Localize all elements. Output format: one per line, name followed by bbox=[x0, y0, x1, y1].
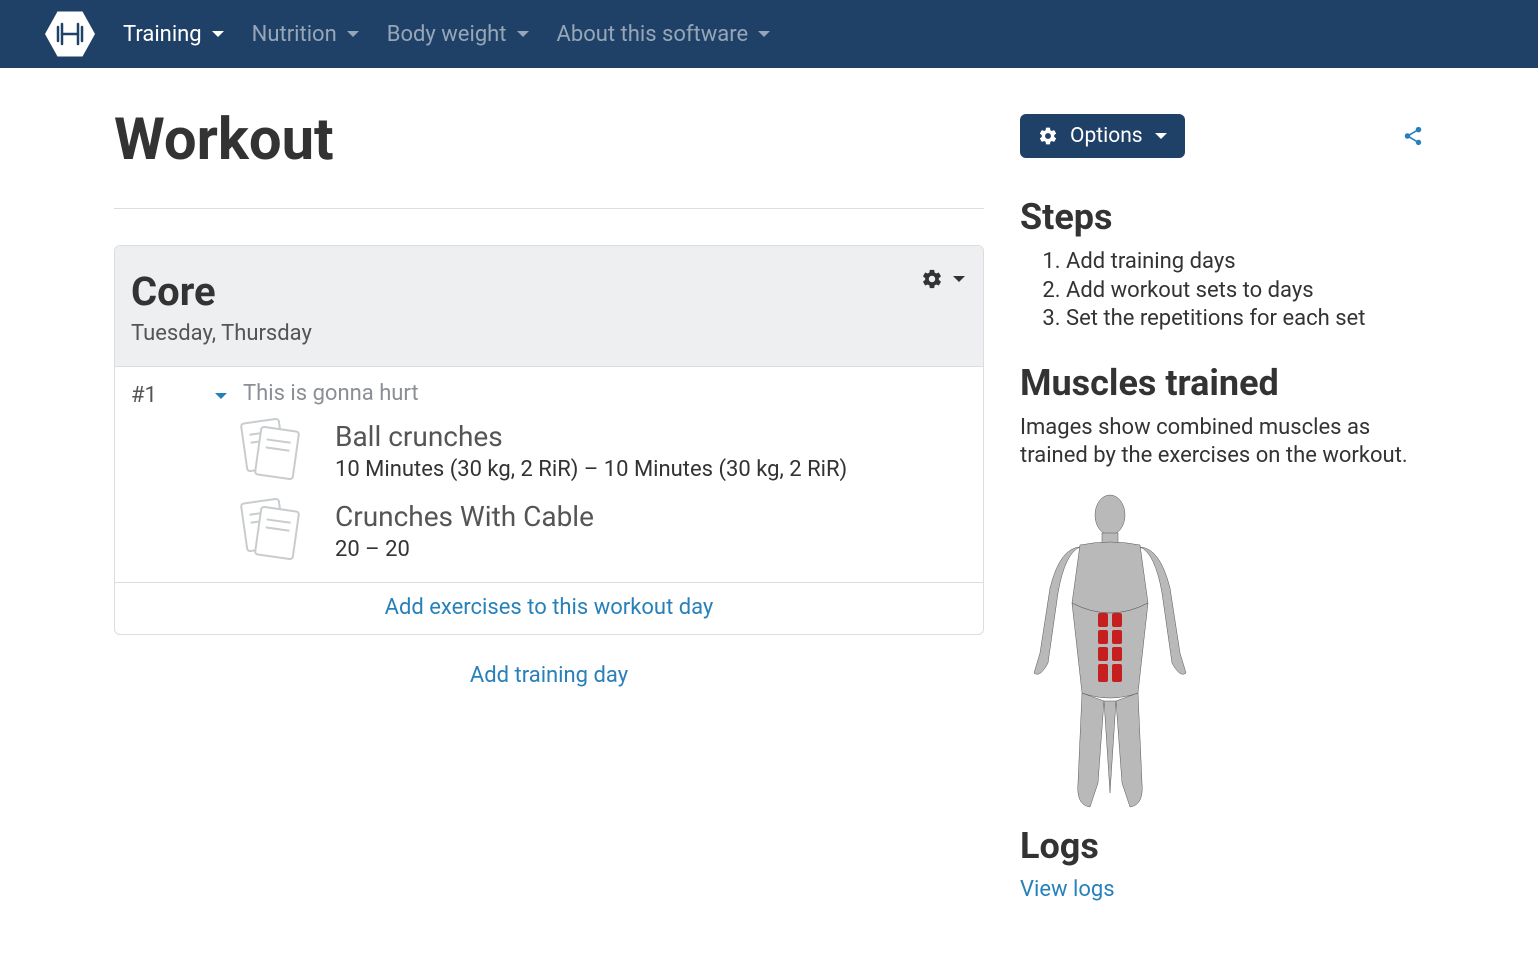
exercise-detail: 20 – 20 bbox=[335, 537, 594, 562]
sidebar-top: Options bbox=[1020, 114, 1424, 158]
exercise-name: Crunches With Cable bbox=[335, 500, 594, 533]
sidebar: Options Steps Add training days Add work… bbox=[1020, 68, 1424, 902]
exercise-row[interactable]: Ball crunches 10 Minutes (30 kg, 2 RiR) … bbox=[243, 420, 967, 482]
options-label: Options bbox=[1070, 124, 1143, 148]
card-header: Core Tuesday, Thursday bbox=[115, 246, 983, 366]
nav-label: Body weight bbox=[387, 22, 507, 47]
chevron-down-icon bbox=[1155, 133, 1167, 139]
options-button[interactable]: Options bbox=[1020, 114, 1185, 158]
chevron-down-icon bbox=[758, 31, 770, 37]
steps-heading: Steps bbox=[1020, 196, 1424, 238]
muscles-description: Images show combined muscles as trained … bbox=[1020, 414, 1424, 471]
navbar: Training Nutrition Body weight About thi… bbox=[0, 0, 1538, 68]
share-icon[interactable] bbox=[1402, 125, 1424, 147]
day-schedule: Tuesday, Thursday bbox=[131, 321, 967, 346]
dumbbell-icon bbox=[52, 16, 88, 52]
add-training-day-link[interactable]: Add training day bbox=[114, 663, 984, 688]
set-column: #1 bbox=[115, 367, 243, 582]
chevron-down-icon bbox=[517, 31, 529, 37]
nav-label: Nutrition bbox=[252, 22, 337, 47]
exercises-column: This is gonna hurt Ball crunches 10 Minu… bbox=[243, 367, 983, 582]
nav-training[interactable]: Training bbox=[123, 22, 224, 47]
exercise-row[interactable]: Crunches With Cable 20 – 20 bbox=[243, 500, 967, 562]
steps-list: Add training days Add workout sets to da… bbox=[1020, 248, 1424, 334]
chevron-down-icon bbox=[347, 31, 359, 37]
set-note: This is gonna hurt bbox=[243, 381, 967, 406]
muscle-diagram-front bbox=[1020, 493, 1200, 813]
card-body: #1 This is gonna hurt Ball crunches 10 M… bbox=[115, 366, 983, 582]
main-content: Workout Core Tuesday, Thursday #1 bbox=[114, 68, 984, 902]
exercise-placeholder-icon bbox=[243, 500, 305, 562]
step-item: Set the repetitions for each set bbox=[1066, 305, 1424, 334]
add-exercises-link[interactable]: Add exercises to this workout day bbox=[115, 582, 983, 634]
exercise-placeholder-icon bbox=[243, 420, 305, 482]
day-options-button[interactable] bbox=[921, 268, 965, 290]
muscles-heading: Muscles trained bbox=[1020, 362, 1424, 404]
view-logs-link[interactable]: View logs bbox=[1020, 877, 1424, 902]
app-logo[interactable] bbox=[45, 9, 95, 59]
nav-label: Training bbox=[123, 22, 202, 47]
exercise-detail: 10 Minutes (30 kg, 2 RiR) – 10 Minutes (… bbox=[335, 457, 847, 482]
gear-icon bbox=[921, 268, 943, 290]
gear-icon bbox=[1038, 126, 1058, 146]
chevron-down-icon bbox=[212, 31, 224, 37]
workout-day-card: Core Tuesday, Thursday #1 This is gonna … bbox=[114, 245, 984, 635]
logs-heading: Logs bbox=[1020, 825, 1424, 867]
set-menu-toggle[interactable] bbox=[215, 393, 227, 399]
day-name: Core bbox=[131, 268, 967, 315]
nav-nutrition[interactable]: Nutrition bbox=[252, 22, 359, 47]
exercise-name: Ball crunches bbox=[335, 420, 847, 453]
step-item: Add training days bbox=[1066, 248, 1424, 277]
set-number: #1 bbox=[131, 383, 157, 408]
page-title: Workout bbox=[114, 106, 984, 174]
step-item: Add workout sets to days bbox=[1066, 277, 1424, 306]
nav-body-weight[interactable]: Body weight bbox=[387, 22, 529, 47]
nav-label: About this software bbox=[557, 22, 749, 47]
exercise-text: Ball crunches 10 Minutes (30 kg, 2 RiR) … bbox=[335, 420, 847, 482]
chevron-down-icon bbox=[953, 276, 965, 282]
divider bbox=[114, 208, 984, 209]
exercise-text: Crunches With Cable 20 – 20 bbox=[335, 500, 594, 562]
nav-about[interactable]: About this software bbox=[557, 22, 771, 47]
